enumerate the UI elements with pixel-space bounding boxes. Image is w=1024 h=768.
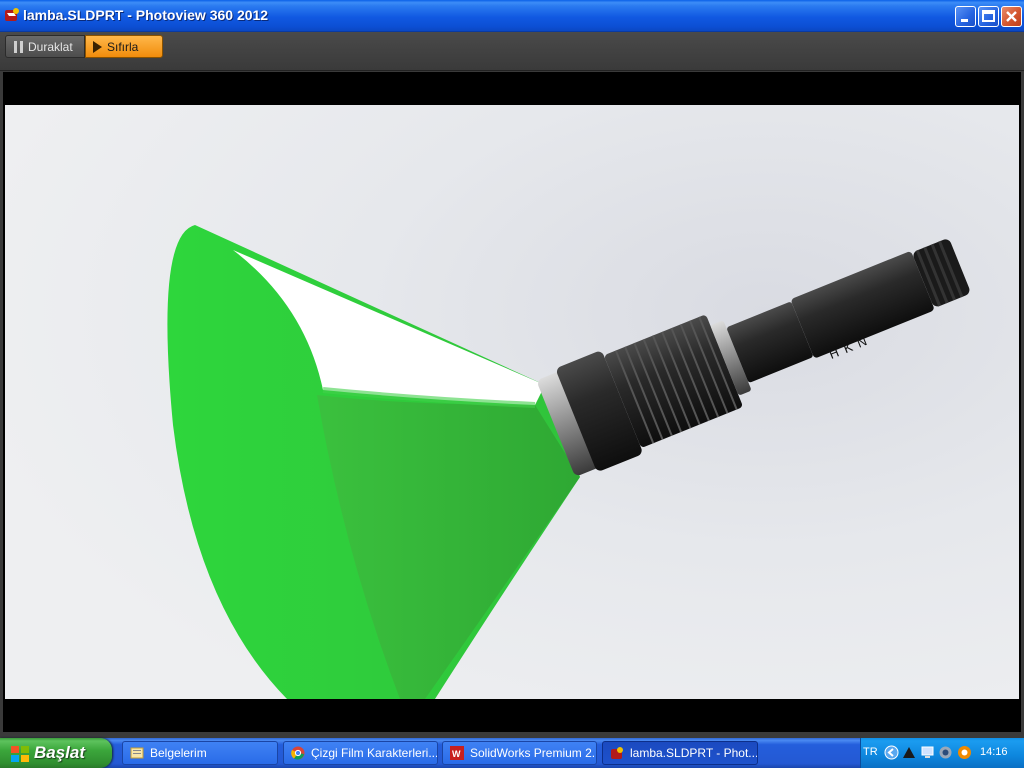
play-icon <box>93 41 102 53</box>
taskbar-item-chrome[interactable]: Çizgi Film Karakterleri... <box>283 741 438 765</box>
language-indicator[interactable]: TR <box>863 746 878 758</box>
close-icon <box>1006 11 1017 22</box>
rendered-flashlight-image[interactable]: HKN <box>5 105 1019 699</box>
solidworks-icon: W <box>450 746 464 760</box>
maximize-icon <box>982 10 995 22</box>
antivirus-icon[interactable] <box>957 745 972 760</box>
photoview-app-icon <box>5 8 19 21</box>
minimize-icon <box>961 19 968 22</box>
start-button[interactable]: Başlat <box>0 738 112 768</box>
taskbar-item-solidworks[interactable]: W SolidWorks Premium 2... <box>442 741 597 765</box>
maximize-button[interactable] <box>978 6 999 27</box>
pause-button[interactable]: Duraklat <box>5 35 85 58</box>
window-title: lamba.SLDPRT - Photoview 360 2012 <box>23 7 269 23</box>
clock[interactable]: 14:16 <box>980 746 1008 758</box>
network-icon[interactable] <box>902 745 917 760</box>
close-button[interactable] <box>1001 6 1022 27</box>
windows-logo-icon <box>11 746 29 762</box>
security-icon[interactable] <box>938 745 953 760</box>
reset-label: Sıfırla <box>107 40 139 54</box>
title-bar[interactable]: lamba.SLDPRT - Photoview 360 2012 <box>0 0 1024 32</box>
start-label: Başlat <box>34 743 86 762</box>
pause-label: Duraklat <box>28 40 73 54</box>
computer-icon[interactable] <box>920 745 935 760</box>
folder-icon <box>130 747 144 759</box>
photoview-icon <box>611 747 623 759</box>
taskbar-item-belgelerim[interactable]: Belgelerim <box>122 741 278 765</box>
reset-button[interactable]: Sıfırla <box>85 35 163 58</box>
svg-text:W: W <box>452 749 461 759</box>
collapse-tray-icon[interactable] <box>884 745 899 760</box>
pause-icon <box>14 41 23 53</box>
minimize-button[interactable] <box>955 6 976 27</box>
taskbar-item-photoview[interactable]: lamba.SLDPRT - Phot... <box>602 741 758 765</box>
chrome-icon <box>291 746 305 760</box>
